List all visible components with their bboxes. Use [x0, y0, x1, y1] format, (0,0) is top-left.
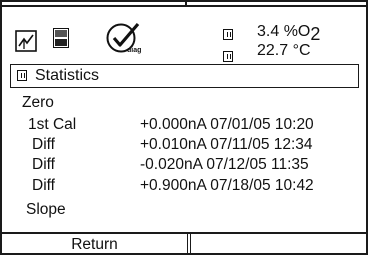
stat-row-label: Diff [32, 136, 55, 153]
slope-heading: Slope [26, 201, 66, 218]
softkey-bar: Return [2, 232, 366, 255]
stat-row-value: +0.900nA 07/18/05 10:42 [140, 177, 314, 194]
menu-indicator-icon [17, 70, 27, 81]
oxygen-value: 3.4 %O [257, 23, 311, 40]
right-softkey-button[interactable] [191, 234, 366, 255]
trend-icon [15, 30, 37, 52]
status-header: diag 3.4 %O2 22.7 °C [2, 9, 366, 62]
stat-row-label: Diff [32, 156, 55, 173]
top-strip [2, 2, 366, 7]
measurement-indicator-icon [223, 51, 233, 62]
menu-title: Statistics [35, 67, 100, 84]
stat-row-value: +0.010nA 07/11/05 12:34 [140, 136, 313, 153]
measurement-indicator-icon [223, 29, 233, 40]
stat-row-value: +0.000nA 07/01/05 10:20 [140, 116, 314, 133]
stat-row-label: 1st Cal [28, 116, 77, 133]
diag-check-icon: diag [105, 22, 143, 56]
top-strip-divider [185, 2, 187, 7]
return-button[interactable]: Return [2, 234, 187, 255]
stat-row-value: -0.020nA 07/12/05 11:35 [140, 156, 309, 173]
stat-row-label: Diff [32, 177, 55, 194]
menu-title-bar: Statistics [10, 64, 359, 88]
oxygen-subscript: 2 [310, 24, 321, 44]
oxygen-reading: 3.4 %O2 [257, 20, 321, 44]
diag-label: diag [127, 47, 141, 54]
device-display: diag 3.4 %O2 22.7 °C Statistics Zero 1st… [0, 0, 368, 255]
zero-heading: Zero [22, 94, 54, 111]
memory-card-icon [53, 28, 69, 48]
temperature-reading: 22.7 °C [257, 42, 311, 59]
